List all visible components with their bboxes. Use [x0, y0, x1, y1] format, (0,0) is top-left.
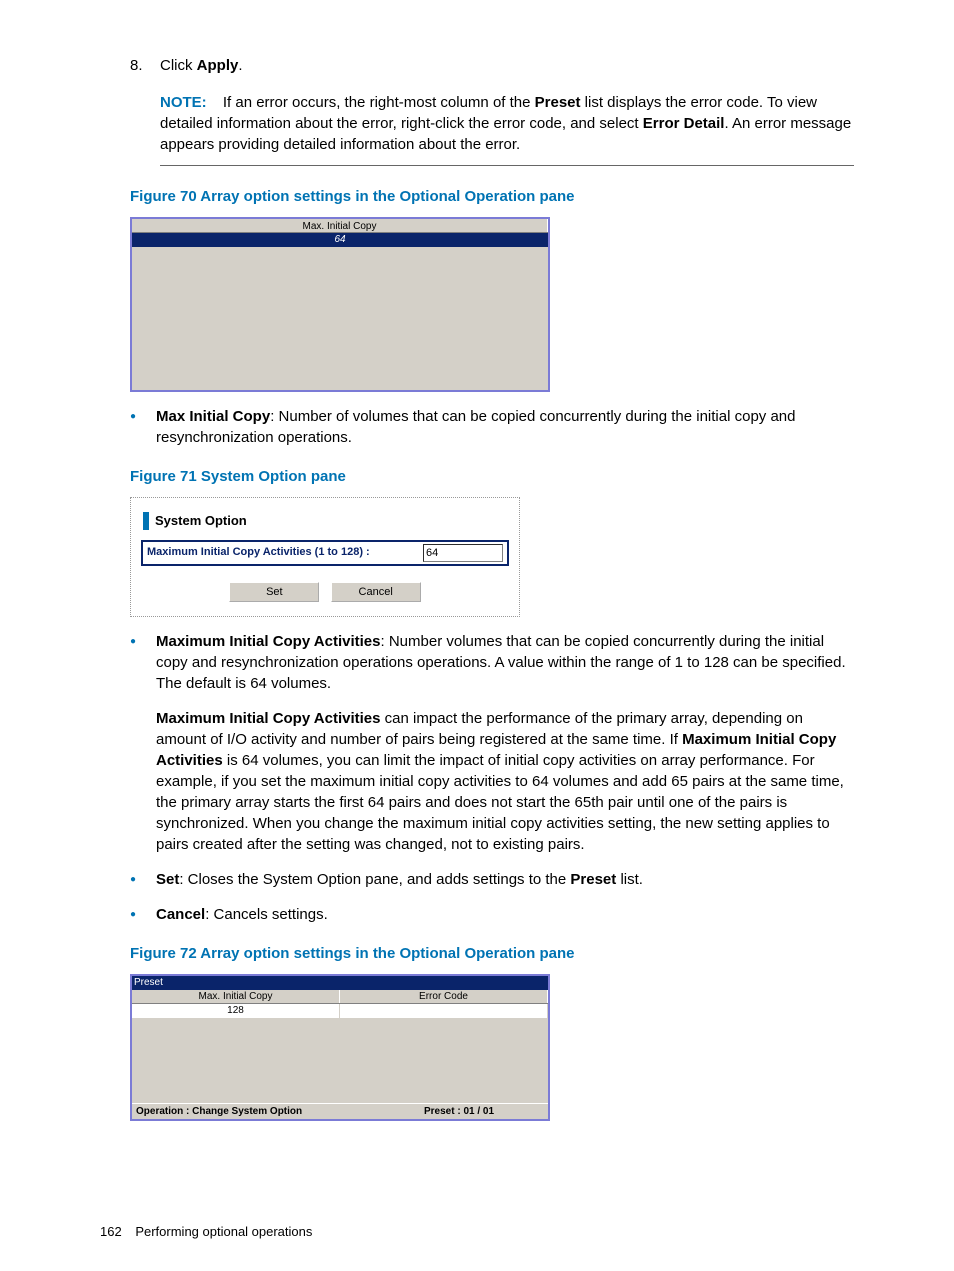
fig71-input-row: Maximum Initial Copy Activities (1 to 12… — [141, 540, 509, 566]
title-bar-icon — [143, 512, 149, 530]
fig72-v1: 128 — [132, 1004, 340, 1018]
fig70-value-row[interactable]: 64 — [132, 233, 548, 247]
step-8: 8. Click Apply. — [130, 55, 854, 76]
fig71-label: Maximum Initial Copy Activities (1 to 12… — [147, 545, 413, 560]
bullet-set: ● Set: Closes the System Option pane, an… — [130, 869, 854, 890]
fig72-data-row[interactable]: 128 — [132, 1004, 548, 1018]
fig72-h2: Error Code — [340, 990, 548, 1003]
fig72-status: Operation : Change System Option Preset … — [132, 1103, 548, 1119]
fig70-header-row: Max. Initial Copy — [132, 219, 548, 233]
set-button[interactable]: Set — [229, 582, 319, 602]
bullet-cancel: ● Cancel: Cancels settings. — [130, 904, 854, 925]
figure-71-caption: Figure 71 System Option pane — [130, 466, 854, 487]
bullet-mica: ● Maximum Initial Copy Activities: Numbe… — [130, 631, 854, 694]
bullet-icon: ● — [130, 410, 138, 448]
bullet-icon: ● — [130, 635, 138, 694]
bullet-max-initial-copy: ● Max Initial Copy: Number of volumes th… — [130, 406, 854, 448]
fig72-status-preset: Preset : 01 / 01 — [384, 1104, 548, 1119]
step-number: 8. — [130, 55, 160, 76]
bullet-icon: ● — [130, 873, 138, 890]
max-copy-input[interactable] — [423, 544, 503, 562]
fig72-h1: Max. Initial Copy — [132, 990, 340, 1003]
footer-title: Performing optional operations — [135, 1224, 312, 1239]
step-text: Click Apply. — [160, 55, 243, 76]
bullet-icon: ● — [130, 908, 138, 925]
figure-70-caption: Figure 70 Array option settings in the O… — [130, 186, 854, 207]
fig71-buttons: Set Cancel — [141, 582, 509, 602]
page-footer: 162 Performing optional operations — [100, 1223, 312, 1241]
fig72-v2 — [340, 1004, 548, 1018]
figure-72-caption: Figure 72 Array option settings in the O… — [130, 943, 854, 964]
mica-paragraph: Maximum Initial Copy Activities can impa… — [156, 708, 854, 855]
fig72-status-op: Operation : Change System Option — [132, 1104, 384, 1119]
note-label: NOTE: — [160, 94, 207, 111]
figure-71: System Option Maximum Initial Copy Activ… — [130, 497, 520, 617]
note-box: NOTE: If an error occurs, the right-most… — [160, 86, 854, 166]
figure-72: Preset Max. Initial Copy Error Code 128 … — [130, 974, 550, 1121]
fig71-title: System Option — [143, 512, 509, 530]
fig72-header-row: Max. Initial Copy Error Code — [132, 990, 548, 1004]
figure-70: Max. Initial Copy 64 — [130, 217, 550, 392]
page-number: 162 — [100, 1224, 122, 1239]
cancel-button[interactable]: Cancel — [331, 582, 421, 602]
fig72-title: Preset — [132, 976, 548, 990]
fig70-header: Max. Initial Copy — [132, 219, 548, 232]
